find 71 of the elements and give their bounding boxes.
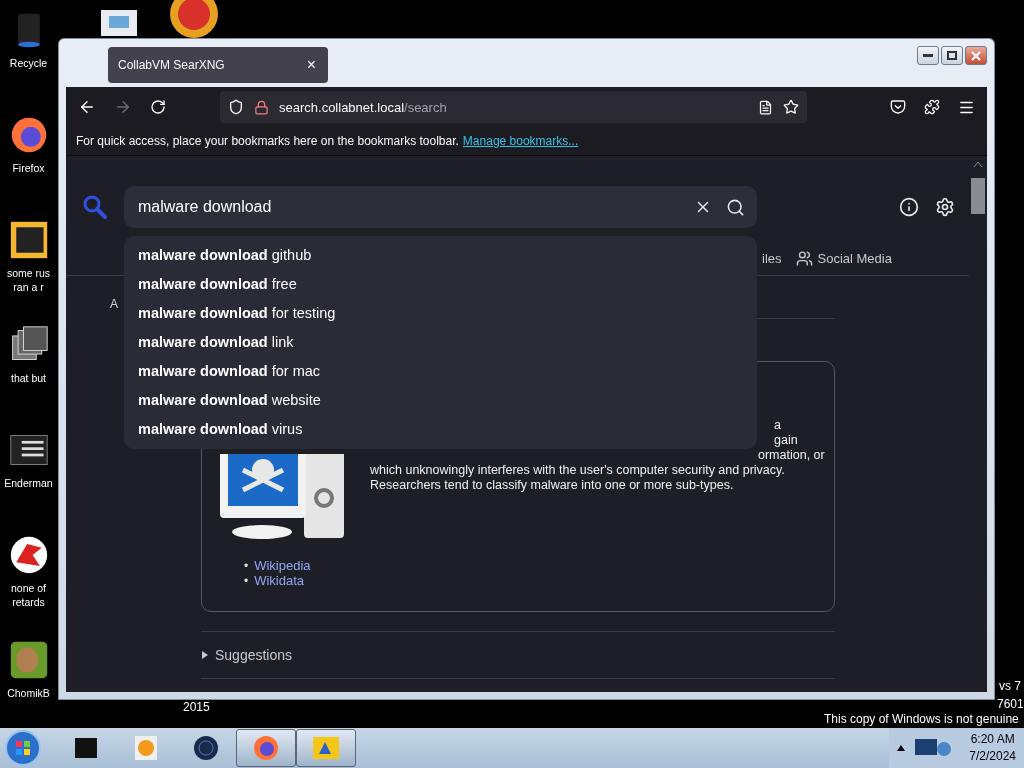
bookmark-star-icon[interactable] xyxy=(783,99,799,115)
search-icon[interactable] xyxy=(726,197,745,217)
url-text: search.collabnet.local/search xyxy=(279,99,448,115)
desktop-icon-label: some rus ran a r xyxy=(6,266,51,294)
bullet-mark: • xyxy=(244,559,249,573)
infobox-text: Researchers tend to classify malware into one or more sub-types. xyxy=(370,478,735,493)
suggestion-item[interactable]: malware download website xyxy=(124,385,757,414)
back-button[interactable] xyxy=(78,98,96,116)
infobox-link[interactable]: Wikidata xyxy=(254,573,305,588)
desktop-app-icon[interactable] xyxy=(8,640,49,680)
desktop-icon-label: Firefox xyxy=(12,161,45,175)
windows-version-text: vs 7 xyxy=(999,679,1021,693)
category-tab[interactable]: iles xyxy=(762,250,782,267)
lock-icon[interactable] xyxy=(254,99,269,115)
address-bar[interactable]: search.collabnet.local/search xyxy=(220,91,807,123)
search-box[interactable]: malware download xyxy=(124,186,757,228)
close-icon xyxy=(971,50,981,61)
reload-button[interactable] xyxy=(150,99,166,115)
reader-view-icon[interactable] xyxy=(758,99,773,115)
browser-tab[interactable]: CollabVM SearXNG × xyxy=(108,47,328,83)
extensions-icon[interactable] xyxy=(924,99,940,115)
maximize-icon xyxy=(947,51,957,60)
shield-icon[interactable] xyxy=(228,99,244,115)
desktop-icon-label: that but xyxy=(11,371,46,385)
forward-button[interactable] xyxy=(114,98,132,116)
pocket-icon[interactable] xyxy=(890,99,906,115)
category-tab[interactable]: Social Media xyxy=(795,250,892,267)
suggestion-item[interactable]: malware download free xyxy=(124,269,757,298)
scrollbar-thumb[interactable] xyxy=(971,178,985,214)
show-hidden-icons-icon[interactable] xyxy=(897,745,906,751)
maximize-button[interactable] xyxy=(941,46,963,65)
manage-bookmarks-link[interactable]: Manage bookmarks... xyxy=(462,134,579,148)
suggestion-item[interactable]: malware download virus xyxy=(124,414,757,443)
start-button[interactable] xyxy=(4,729,42,767)
windows-build-text: 7601 xyxy=(997,697,1024,711)
suggestion-item[interactable]: malware download github xyxy=(124,240,757,269)
search-logo-icon[interactable] xyxy=(82,194,108,220)
bullet-mark: • xyxy=(244,574,249,588)
tab-close-button[interactable]: × xyxy=(304,56,318,74)
suggestion-item[interactable]: malware download link xyxy=(124,327,757,356)
minimize-icon xyxy=(923,53,933,58)
info-icon[interactable] xyxy=(899,197,919,217)
desktop-app-icon[interactable] xyxy=(8,220,49,260)
infobox-text-fragment: ormation, or xyxy=(758,448,825,463)
infobox-link[interactable]: Wikipedia xyxy=(254,558,311,573)
settings-icon[interactable] xyxy=(935,197,955,217)
minimize-button[interactable] xyxy=(917,46,939,65)
app-icon xyxy=(251,734,281,762)
app-icon xyxy=(311,734,341,762)
infobox-text: which unknowingly interferes with the user's computer security and privacy. xyxy=(370,463,786,478)
scroll-up-icon[interactable] xyxy=(973,160,983,168)
close-button[interactable] xyxy=(965,46,987,65)
cut-off-text: A xyxy=(110,297,118,311)
not-genuine-notice: This copy of Windows is not genuine xyxy=(824,712,1019,726)
desktop-text: 2015 xyxy=(183,700,210,714)
desktop-icon-label: ChomikB xyxy=(7,686,50,700)
suggestions-toggle[interactable]: Suggestions xyxy=(201,632,835,678)
bookmarks-hint-text: For quick access, place your bookmarks here on the bookmarks toolbar. xyxy=(76,134,459,148)
suggestion-item[interactable]: malware download for mac xyxy=(124,356,757,385)
desktop-app-icon[interactable] xyxy=(8,535,49,575)
app-icon xyxy=(191,734,221,762)
expand-triangle-icon xyxy=(201,651,209,659)
infobox-text-fragment: a xyxy=(774,418,782,433)
infobox-text-fragment: gain xyxy=(774,433,799,448)
people-icon xyxy=(795,250,813,267)
desktop-icon-label: Recycle xyxy=(9,56,48,70)
search-field[interactable]: malware download xyxy=(138,198,680,216)
desktop-icon-label: Enderman xyxy=(4,476,53,490)
tab-title: CollabVM SearXNG xyxy=(118,58,225,72)
suggestion-item[interactable]: malware download for testing xyxy=(124,298,757,327)
desktop-icon-label: none of retards xyxy=(10,581,46,609)
